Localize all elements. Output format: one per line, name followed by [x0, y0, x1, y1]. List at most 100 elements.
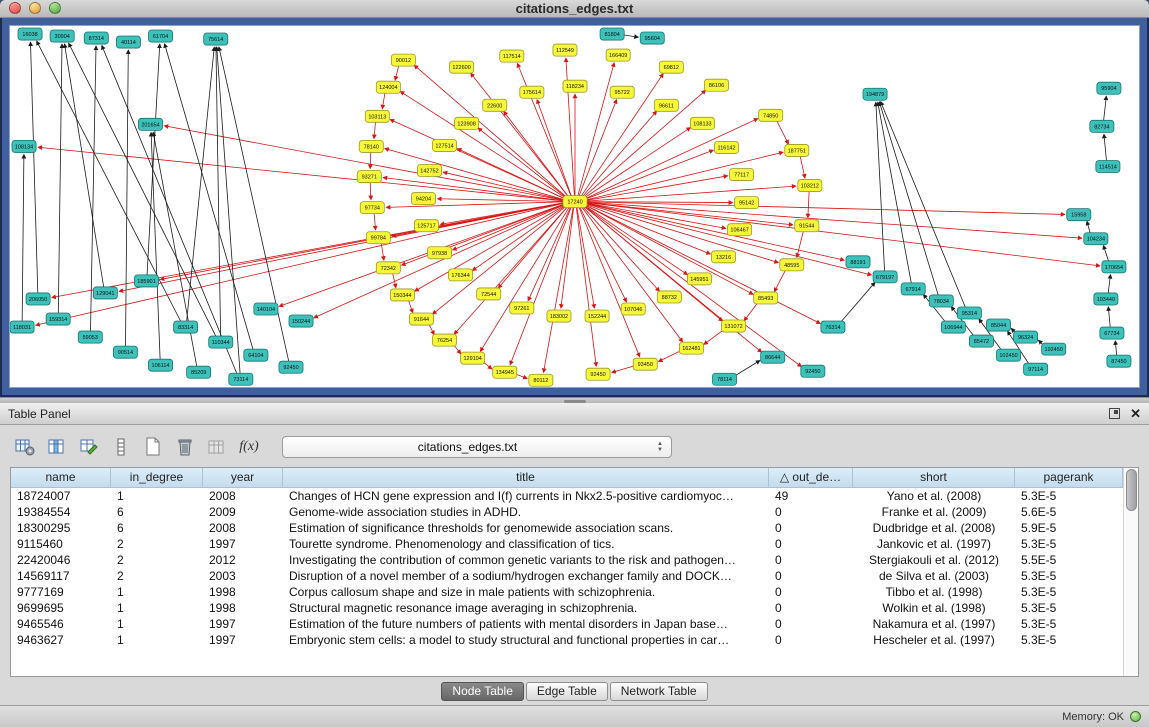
graph-node[interactable]: 170654 — [1102, 261, 1126, 273]
graph-node[interactable]: 93271 — [357, 170, 381, 182]
graph-node[interactable]: 40114 — [116, 36, 140, 48]
graph-edge[interactable] — [566, 58, 575, 197]
graph-edge[interactable] — [577, 206, 595, 308]
table-row[interactable]: 1938455462009Genome-wide association stu… — [11, 504, 1138, 520]
tab-edge-table[interactable]: Edge Table — [526, 682, 608, 701]
graph-node[interactable]: 86106 — [704, 79, 728, 91]
graph-node[interactable]: 103113 — [365, 110, 389, 122]
graph-edge[interactable] — [582, 90, 706, 198]
panel-resize-divider[interactable] — [0, 397, 1149, 403]
graph-node[interactable]: 201654 — [138, 118, 162, 130]
graph-node[interactable]: 22600 — [483, 99, 507, 111]
graph-node[interactable]: 85209 — [187, 366, 211, 378]
close-panel-icon[interactable]: ✕ — [1130, 408, 1141, 419]
graph-node[interactable]: 118031 — [10, 321, 34, 333]
graph-node[interactable]: 76254 — [432, 334, 456, 346]
window-titlebar[interactable]: citations_edges.txt — [0, 0, 1149, 18]
graph-node[interactable]: 117514 — [500, 50, 524, 62]
graph-node[interactable]: 185901 — [134, 275, 158, 287]
graph-node[interactable]: 81804 — [600, 28, 624, 40]
graph-edge[interactable] — [219, 47, 289, 362]
graph-node[interactable]: 96324 — [1014, 331, 1038, 343]
graph-edge[interactable] — [1115, 341, 1116, 356]
graph-edge[interactable] — [733, 360, 760, 377]
graph-node[interactable]: 108133 — [690, 117, 714, 129]
table-row[interactable]: 969969511998Structural magnetic resonanc… — [11, 600, 1138, 616]
graph-node[interactable]: 103212 — [798, 179, 822, 191]
graph-edge[interactable] — [385, 148, 566, 200]
graph-edge[interactable] — [876, 102, 885, 272]
graph-edge[interactable] — [774, 269, 786, 292]
graph-node[interactable]: 87450 — [1107, 355, 1131, 367]
graph-edge[interactable] — [382, 92, 385, 109]
column-header-in_degree[interactable]: in_degree — [111, 468, 203, 488]
graph-edge[interactable] — [544, 206, 574, 372]
graph-node[interactable]: 125717 — [414, 219, 438, 231]
table-row[interactable]: 911546021997Tourette syndrome. Phenomeno… — [11, 536, 1138, 552]
graph-node[interactable]: 87314 — [84, 32, 108, 44]
graph-node[interactable]: 187751 — [785, 144, 809, 156]
zoom-window-button[interactable] — [49, 2, 61, 14]
scrollbar-thumb[interactable] — [1126, 469, 1137, 511]
graph-edge[interactable] — [392, 272, 395, 288]
graph-node[interactable]: 67734 — [1100, 327, 1124, 339]
graph-edge[interactable] — [584, 201, 1065, 214]
table-row[interactable]: 977716911998Corpus callosum shape and si… — [11, 584, 1138, 600]
graph-node[interactable]: 91544 — [795, 219, 819, 231]
graph-edge[interactable] — [164, 126, 566, 201]
table-vertical-scrollbar[interactable] — [1123, 468, 1138, 676]
graph-node[interactable]: 85044 — [986, 319, 1010, 331]
graph-node[interactable]: 91644 — [409, 313, 433, 325]
graph-edge[interactable] — [314, 203, 567, 317]
tab-network-table[interactable]: Network Table — [610, 682, 708, 701]
graph-edge[interactable] — [187, 47, 215, 322]
graph-edge[interactable] — [125, 50, 128, 347]
table-settings-icon[interactable] — [12, 435, 38, 459]
graph-edge[interactable] — [1108, 307, 1110, 328]
tab-node-table[interactable]: Node Table — [441, 682, 524, 701]
graph-edge[interactable] — [160, 202, 566, 279]
graph-node[interactable]: 67914 — [901, 283, 925, 295]
graph-node[interactable]: 16038 — [18, 28, 42, 40]
graph-node[interactable]: 679197 — [873, 271, 897, 283]
graph-node[interactable]: 90012 — [391, 54, 415, 66]
graph-node[interactable]: 78114 — [712, 373, 736, 385]
table-row[interactable]: 1872400712008Changes of HCN gene express… — [11, 488, 1138, 504]
graph-edge[interactable] — [561, 206, 574, 307]
graph-node[interactable]: 85472 — [969, 335, 993, 347]
graph-edge[interactable] — [22, 154, 24, 322]
graph-node[interactable]: 112549 — [553, 44, 577, 56]
graph-edge[interactable] — [279, 203, 566, 306]
table-row[interactable]: 2242004622012Investigating the contribut… — [11, 552, 1138, 568]
graph-node[interactable]: 103440 — [1094, 293, 1118, 305]
graph-node[interactable]: 15958 — [1067, 208, 1091, 220]
graph-node[interactable]: 61704 — [148, 30, 172, 42]
graph-node[interactable]: 83314 — [174, 321, 198, 333]
column-header-name[interactable]: name — [11, 468, 111, 488]
graph-node[interactable]: 92450 — [586, 368, 610, 380]
graph-edge[interactable] — [879, 102, 938, 296]
graph-edge[interactable] — [584, 186, 796, 201]
graph-node[interactable]: 93450 — [633, 358, 657, 370]
graph-node[interactable]: 59053 — [78, 331, 102, 343]
graph-node[interactable]: 176344 — [449, 269, 473, 281]
graph-edge[interactable] — [581, 111, 656, 198]
graph-node[interactable]: 106944 — [941, 321, 965, 333]
graph-node[interactable]: 97114 — [1024, 363, 1048, 375]
graph-node[interactable]: 131072 — [722, 320, 746, 332]
graph-node[interactable]: 69812 — [659, 61, 683, 73]
graph-node[interactable]: 129104 — [461, 352, 485, 364]
graph-node[interactable]: 97938 — [427, 247, 451, 259]
graph-node[interactable]: 123908 — [455, 117, 479, 129]
graph-node[interactable]: 88191 — [846, 256, 870, 268]
graph-edge[interactable] — [583, 118, 758, 199]
graph-edge[interactable] — [583, 127, 691, 198]
graph-node[interactable]: 114514 — [1096, 160, 1120, 172]
graph-edge[interactable] — [579, 99, 617, 196]
graph-node[interactable]: 72544 — [477, 288, 501, 300]
graph-node[interactable]: 80112 — [529, 374, 553, 386]
graph-node[interactable]: 86644 — [761, 351, 785, 363]
function-builder-icon[interactable]: f(x) — [236, 435, 262, 459]
graph-edge[interactable] — [119, 202, 566, 291]
graph-node[interactable]: 92450 — [801, 365, 825, 377]
